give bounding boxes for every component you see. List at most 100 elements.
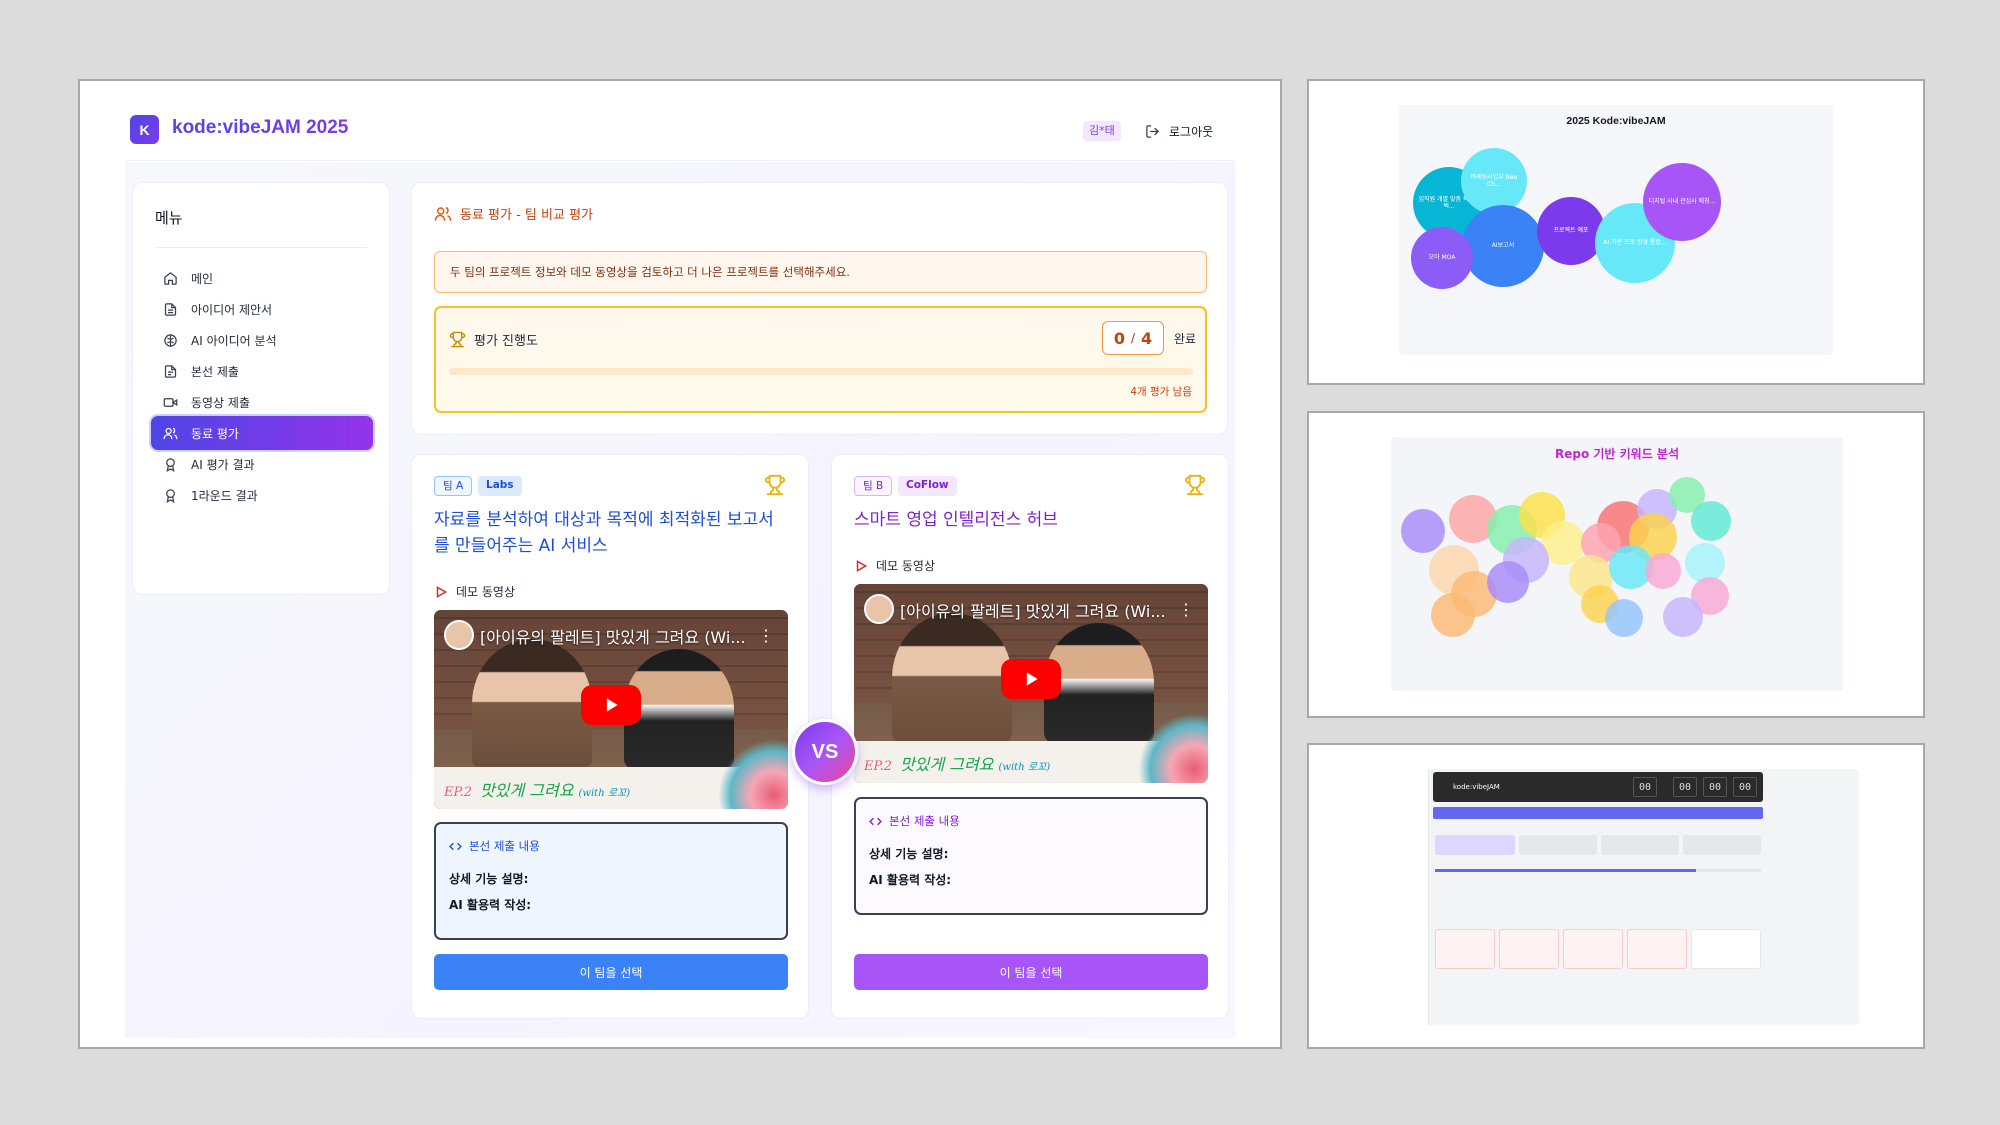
sidebar-item-label: 동료 평가 bbox=[191, 426, 239, 441]
select-team-b-button[interactable]: 이 팀을 선택 bbox=[854, 954, 1208, 990]
app-logo[interactable]: K bbox=[130, 115, 159, 144]
progress-bar bbox=[449, 368, 1193, 375]
completed-count: 0 bbox=[1113, 328, 1125, 348]
video-caption: EP.2 맛있게 그려요 (with 로꼬) bbox=[444, 777, 630, 801]
youtube-play-button[interactable] bbox=[1001, 659, 1061, 699]
app-window: K kode:vibeJAM 2025 김*태 로그아웃 메뉴 메인 아이디어 … bbox=[125, 101, 1235, 1038]
countdown-days: 00 bbox=[1633, 777, 1657, 797]
project-bubble[interactable]: AI보고서 bbox=[1462, 205, 1544, 287]
play-triangle-icon bbox=[856, 559, 868, 572]
demo-video-label: 데모 동영상 bbox=[854, 557, 935, 574]
remaining-evaluations: 4개 평가 남음 bbox=[1130, 386, 1192, 398]
stat-card bbox=[1435, 835, 1515, 855]
bubble-chart-thumbnail: 2025 Kode:vibeJAM 임직원 개별 맞춤 복지제택... 마케팅사… bbox=[1307, 79, 1925, 385]
dashboard-header: kode:vibeJAM 00 00 00 00 bbox=[1433, 772, 1763, 802]
dashboard-brand: kode:vibeJAM bbox=[1453, 783, 1500, 791]
submission-head-text: 본선 제출 내용 bbox=[889, 814, 960, 828]
submission-head-text: 본선 제출 내용 bbox=[469, 839, 540, 853]
youtube-play-button[interactable] bbox=[581, 685, 641, 725]
sidebar-item-label: AI 아이디어 분석 bbox=[191, 333, 277, 348]
project-bubble[interactable]: 프로젝트 예포 bbox=[1537, 197, 1605, 265]
select-team-a-button[interactable]: 이 팀을 선택 bbox=[434, 954, 788, 990]
project-bubble[interactable]: 모아 MOA bbox=[1411, 227, 1473, 289]
evaluation-card: 동료 평가 - 팀 비교 평가 두 팀의 프로젝트 정보와 데모 동영상을 검토… bbox=[411, 182, 1228, 435]
sidebar-item-label: 메인 bbox=[191, 271, 214, 286]
team-label-badge: 팀 A bbox=[434, 476, 473, 496]
team-score-card bbox=[1627, 929, 1687, 969]
stat-card bbox=[1601, 835, 1679, 855]
sidebar-item-video-submission[interactable]: 동영상 제출 bbox=[151, 385, 373, 419]
youtube-embed[interactable]: [아이유의 팔레트] 맛있게 그려요 (Wi... ⋮ EP.2 맛있게 그려요 … bbox=[434, 610, 788, 809]
home-icon bbox=[164, 271, 177, 285]
channel-avatar[interactable] bbox=[864, 594, 894, 624]
code-icon bbox=[869, 817, 882, 825]
episode-number: EP.2 bbox=[864, 759, 893, 774]
instruction-notice: 두 팀의 프로젝트 정보와 데모 동영상을 검토하고 더 나은 프로젝트를 선택… bbox=[434, 251, 1207, 293]
keyword-bubble[interactable] bbox=[1663, 597, 1703, 637]
sidebar-item-peer-review[interactable]: 동료 평가 bbox=[151, 416, 373, 450]
code-icon bbox=[449, 842, 462, 850]
countdown-seconds: 00 bbox=[1733, 777, 1757, 797]
video-icon bbox=[163, 397, 178, 407]
sidebar: 메뉴 메인 아이디어 제안서 AI 아이디어 분석 본선 제출 동영상 제출 동… bbox=[132, 182, 390, 595]
completed-suffix: 완료 bbox=[1174, 332, 1197, 346]
keyword-bubble[interactable] bbox=[1401, 509, 1445, 553]
keyword-bubble[interactable] bbox=[1487, 561, 1529, 603]
content-area: 메뉴 메인 아이디어 제안서 AI 아이디어 분석 본선 제출 동영상 제출 동… bbox=[125, 162, 1235, 1038]
sidebar-item-round1-result[interactable]: 1라운드 결과 bbox=[151, 478, 373, 512]
main-screenshot-frame: K kode:vibeJAM 2025 김*태 로그아웃 메뉴 메인 아이디어 … bbox=[78, 79, 1282, 1049]
keyword-bubble[interactable] bbox=[1605, 599, 1643, 637]
evaluation-title-text: 동료 평가 - 팀 비교 평가 bbox=[460, 208, 593, 223]
dashboard-progress bbox=[1435, 869, 1761, 872]
keyword-bubble[interactable] bbox=[1691, 501, 1731, 541]
demo-video-label: 데모 동영상 bbox=[434, 583, 515, 600]
episode-guest: (with 로꼬) bbox=[998, 762, 1051, 773]
dashboard-banner bbox=[1433, 807, 1763, 819]
project-bubble[interactable]: 디지털 사내 관심사 매칭... bbox=[1643, 163, 1721, 241]
stat-card bbox=[1683, 835, 1761, 855]
episode-number: EP.2 bbox=[444, 785, 473, 800]
bubble-chart-title: 2025 Kode:vibeJAM bbox=[1566, 115, 1666, 127]
users-icon bbox=[163, 427, 178, 439]
keyword-bubble[interactable] bbox=[1645, 553, 1681, 589]
channel-avatar[interactable] bbox=[444, 620, 474, 650]
progress-label: 평가 진행도 bbox=[449, 330, 538, 349]
team-name-badge: CoFlow bbox=[898, 476, 957, 496]
app-title[interactable]: kode:vibeJAM 2025 bbox=[172, 117, 348, 139]
dashboard-thumbnail: kode:vibeJAM 00 00 00 00 bbox=[1307, 743, 1925, 1049]
youtube-embed[interactable]: [아이유의 팔레트] 맛있게 그려요 (Wi... ⋮ EP.2 맛있게 그려요 … bbox=[854, 584, 1208, 783]
sidebar-item-ai-result[interactable]: AI 평가 결과 bbox=[151, 447, 373, 481]
keyword-chart-panel: Repo 기반 키워드 분석 bbox=[1391, 437, 1843, 691]
submission-head: 본선 제출 내용 bbox=[869, 813, 960, 829]
sidebar-title: 메뉴 bbox=[155, 209, 183, 227]
sidebar-divider bbox=[155, 247, 367, 248]
logout-label: 로그아웃 bbox=[1169, 124, 1214, 139]
countdown-hours: 00 bbox=[1673, 777, 1697, 797]
evaluation-title: 동료 평가 - 팀 비교 평가 bbox=[434, 204, 593, 223]
award-icon bbox=[166, 457, 175, 472]
keyword-bubble[interactable] bbox=[1431, 593, 1475, 637]
video-title[interactable]: [아이유의 팔레트] 맛있게 그려요 (Wi... bbox=[900, 598, 1166, 622]
sidebar-item-ai-analysis[interactable]: AI 아이디어 분석 bbox=[151, 323, 373, 357]
logout-button[interactable]: 로그아웃 bbox=[1145, 120, 1213, 142]
sidebar-item-idea-proposal[interactable]: 아이디어 제안서 bbox=[151, 292, 373, 326]
vs-badge: VS bbox=[792, 719, 858, 785]
video-title[interactable]: [아이유의 팔레트] 맛있게 그려요 (Wi... bbox=[480, 624, 746, 648]
logout-icon bbox=[1146, 124, 1159, 138]
submission-content-box: 본선 제출 내용 상세 기능 설명: AI 활용력 작성: bbox=[854, 797, 1208, 915]
demo-label-text: 데모 동영상 bbox=[876, 559, 936, 573]
ai-usage-label: AI 활용력 작성: bbox=[449, 898, 532, 912]
sidebar-item-final-submission[interactable]: 본선 제출 bbox=[151, 354, 373, 388]
project-title: 스마트 영업 인텔리전스 허브 bbox=[854, 510, 1058, 530]
team-score-card bbox=[1691, 929, 1761, 969]
more-options-icon[interactable]: ⋮ bbox=[1178, 600, 1194, 619]
dashboard-sidebar bbox=[1371, 769, 1429, 1025]
file-text-icon bbox=[164, 364, 177, 378]
sidebar-item-main[interactable]: 메인 bbox=[151, 261, 373, 295]
progress-box: 평가 진행도 0 / 4 완료 4개 평가 남음 bbox=[434, 306, 1207, 413]
ai-usage-label: AI 활용력 작성: bbox=[869, 873, 952, 887]
document-icon bbox=[164, 302, 177, 316]
project-bubble[interactable]: 마케팅사업부 Bee Ch... bbox=[1461, 148, 1527, 214]
more-options-icon[interactable]: ⋮ bbox=[758, 626, 774, 645]
play-icon bbox=[1026, 672, 1038, 686]
